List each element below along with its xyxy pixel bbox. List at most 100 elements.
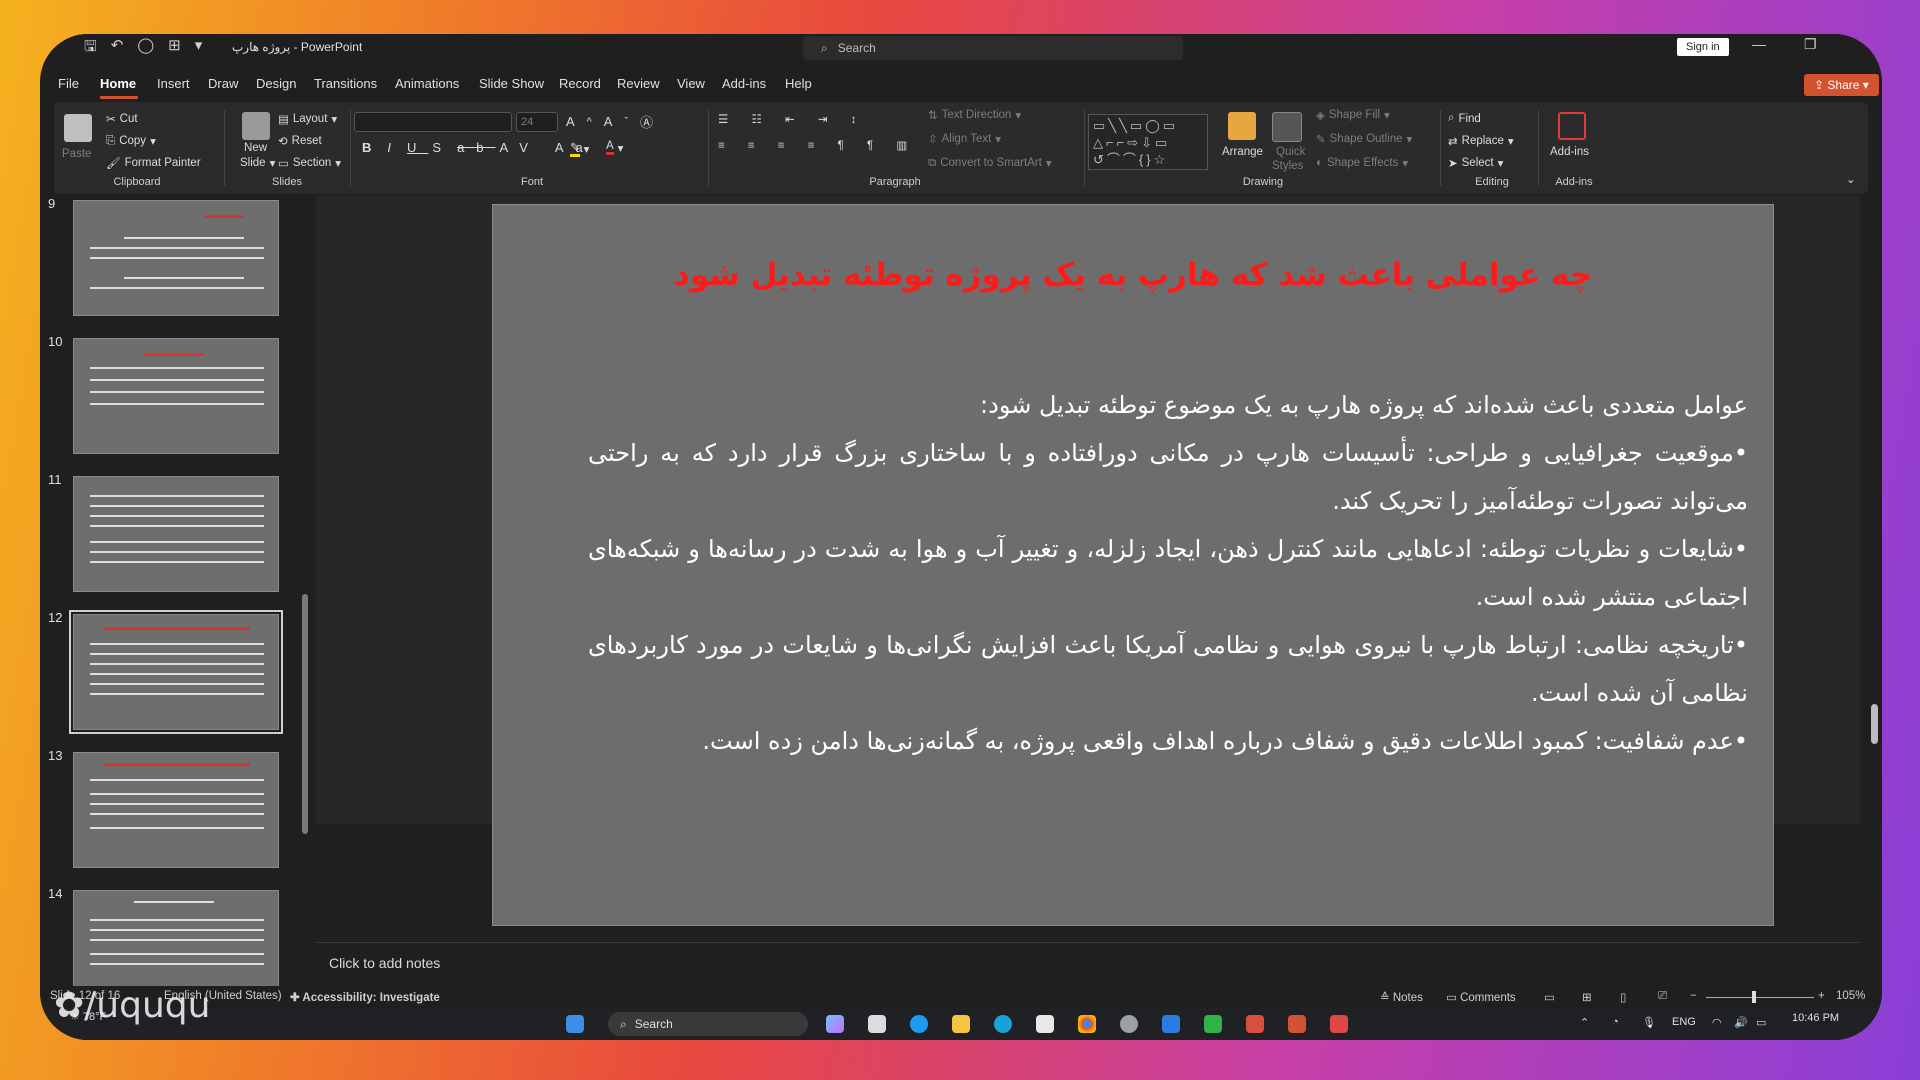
- microphone-icon[interactable]: 🎙: [1642, 1016, 1656, 1029]
- tab-insert[interactable]: Insert: [157, 76, 190, 91]
- slideshow-view-icon[interactable]: ⎚: [1658, 990, 1667, 1003]
- tab-animations[interactable]: Animations: [395, 76, 459, 91]
- app-icon[interactable]: [1162, 1015, 1180, 1033]
- slide-body[interactable]: عوامل متعددی باعث شده‌اند که پروژه هارپ …: [588, 381, 1748, 765]
- task-view-icon[interactable]: [868, 1015, 886, 1033]
- align-buttons[interactable]: ≡ ≡ ≡ ≡ ¶ ¶ ▥: [718, 138, 917, 152]
- sign-in-button[interactable]: Sign in: [1677, 38, 1729, 56]
- font-size-controls[interactable]: A ^ A ˇ Ⓐ: [566, 112, 661, 131]
- language-indicator[interactable]: ENG: [1672, 1016, 1696, 1028]
- zoom-slider[interactable]: [1706, 997, 1814, 998]
- slide-thumbnail-9[interactable]: [73, 200, 279, 316]
- redo-icon[interactable]: ◯: [137, 36, 154, 61]
- normal-view-icon[interactable]: ▭: [1544, 990, 1555, 1004]
- tab-help[interactable]: Help: [785, 76, 812, 91]
- teams-icon[interactable]: [910, 1015, 928, 1033]
- volume-icon[interactable]: 🔊: [1734, 1016, 1748, 1029]
- accessibility-status[interactable]: ✚ Accessibility: Investigate: [290, 990, 440, 1004]
- app-icon[interactable]: [1246, 1015, 1264, 1033]
- tab-view[interactable]: View: [677, 76, 705, 91]
- copy-button[interactable]: ⎘ Copy ▾: [106, 134, 156, 149]
- tab-transitions[interactable]: Transitions: [314, 76, 377, 91]
- thumbnail-scroll-thumb[interactable]: [302, 594, 308, 834]
- store-icon[interactable]: [1036, 1015, 1054, 1033]
- slide-thumbnail-10[interactable]: [73, 338, 279, 454]
- zoom-in-icon[interactable]: +: [1818, 990, 1825, 1002]
- search-box[interactable]: ⌕ Search: [803, 36, 1183, 60]
- tab-draw[interactable]: Draw: [208, 76, 238, 91]
- share-button[interactable]: ⇪ Share ▾: [1804, 74, 1879, 96]
- font-size-dropdown[interactable]: 24: [516, 112, 558, 132]
- minimize-icon[interactable]: —: [1752, 36, 1766, 52]
- start-from-beginning-icon[interactable]: ⊞: [168, 36, 181, 61]
- slide-thumbnail-14[interactable]: [73, 890, 279, 994]
- select-button[interactable]: ➤ Select ▾: [1448, 156, 1503, 170]
- text-direction-button[interactable]: ⇅ Text Direction ▾: [928, 108, 1021, 122]
- undo-icon[interactable]: ↶: [111, 36, 124, 61]
- section-button[interactable]: ▭ Section ▾: [278, 156, 341, 170]
- zoom-out-icon[interactable]: −: [1690, 990, 1697, 1002]
- list-buttons[interactable]: ☰ ☷ ⇤ ⇥ ↕: [718, 112, 866, 126]
- align-text-button[interactable]: ⇳ Align Text ▾: [928, 132, 1001, 146]
- copilot-icon[interactable]: [826, 1015, 844, 1033]
- slide-canvas[interactable]: چه عواملی باعث شد که هارپ به یک پروژه تو…: [492, 204, 1774, 926]
- add-ins-icon[interactable]: [1558, 112, 1586, 140]
- customize-toolbar-icon[interactable]: ▾: [195, 36, 203, 61]
- find-button[interactable]: ⌕ Find: [1448, 112, 1481, 125]
- battery-icon[interactable]: ▭: [1756, 1016, 1766, 1029]
- new-slide-label-1[interactable]: New: [244, 142, 267, 154]
- editor-scrollbar[interactable]: [1868, 196, 1880, 956]
- slide-sorter-icon[interactable]: ⊞: [1582, 990, 1592, 1004]
- settings-icon[interactable]: [1120, 1015, 1138, 1033]
- tab-add-ins[interactable]: Add-ins: [722, 76, 766, 91]
- edge-icon[interactable]: [994, 1015, 1012, 1033]
- cut-button[interactable]: ✂ Cut: [106, 112, 138, 126]
- tab-home[interactable]: Home: [100, 76, 136, 91]
- arrange-icon[interactable]: [1228, 112, 1256, 140]
- wifi-icon[interactable]: ◠: [1712, 1016, 1722, 1029]
- taskbar-search[interactable]: ⌕ Search: [608, 1012, 808, 1036]
- shape-fill-button[interactable]: ◈ Shape Fill ▾: [1316, 108, 1390, 122]
- tab-record[interactable]: Record: [559, 76, 601, 91]
- chrome-icon[interactable]: [1078, 1015, 1096, 1033]
- tab-file[interactable]: File: [58, 76, 79, 91]
- zoom-level[interactable]: 105%: [1836, 990, 1865, 1002]
- tab-slide-show[interactable]: Slide Show: [479, 76, 544, 91]
- tab-design[interactable]: Design: [256, 76, 296, 91]
- windows-start-icon[interactable]: [566, 1015, 584, 1033]
- comments-toggle[interactable]: ▭ Comments: [1446, 990, 1516, 1004]
- format-painter-button[interactable]: 🖌 Format Painter: [106, 156, 201, 170]
- font-name-dropdown[interactable]: [354, 112, 512, 132]
- slide-title[interactable]: چه عواملی باعث شد که هارپ به یک پروژه تو…: [493, 257, 1773, 293]
- excel-icon[interactable]: [1204, 1015, 1222, 1033]
- file-explorer-icon[interactable]: [952, 1015, 970, 1033]
- new-slide-label-2[interactable]: Slide ▾: [240, 156, 275, 170]
- chevron-up-icon[interactable]: ⌃: [1580, 1016, 1589, 1029]
- replace-button[interactable]: ⇄ Replace ▾: [1448, 134, 1514, 148]
- shape-effects-button[interactable]: ◐ Shape Effects ▾: [1316, 156, 1408, 170]
- quick-styles-label-1[interactable]: Quick: [1276, 146, 1305, 158]
- reading-view-icon[interactable]: ▯: [1620, 990, 1626, 1004]
- new-slide-icon[interactable]: [242, 112, 270, 140]
- layout-button[interactable]: ▤ Layout ▾: [278, 112, 337, 126]
- font-style-buttons[interactable]: B I U Sab AV Aa: [362, 140, 595, 155]
- save-icon[interactable]: 🖫: [84, 36, 97, 61]
- notes-toggle[interactable]: ≙ Notes: [1380, 990, 1423, 1004]
- collapse-ribbon-icon[interactable]: ⌄: [1846, 172, 1856, 186]
- quick-styles-icon[interactable]: [1272, 112, 1302, 142]
- reset-button[interactable]: ⟲ Reset: [278, 134, 322, 148]
- convert-smartart-button[interactable]: ⧉ Convert to SmartArt ▾: [928, 156, 1052, 171]
- tray-app-icon[interactable]: ◔: [1612, 1016, 1619, 1028]
- paste-icon[interactable]: [64, 114, 92, 142]
- notes-pane[interactable]: Click to add notes: [316, 942, 1860, 987]
- shape-outline-button[interactable]: ✎ Shape Outline ▾: [1316, 132, 1412, 146]
- slide-thumbnail-13[interactable]: [73, 752, 279, 868]
- slide-thumbnail-11[interactable]: [73, 476, 279, 592]
- paste-button[interactable]: Paste: [62, 148, 91, 160]
- shapes-gallery[interactable]: ▭╲╲▭◯▭ △⌐⌐⇨⇩▭ ↺⌒⌒{}☆: [1088, 114, 1208, 170]
- clock[interactable]: 10:46 PM: [1792, 1012, 1839, 1024]
- highlight-icon[interactable]: ✎ ▾: [570, 140, 589, 157]
- editor-scroll-thumb[interactable]: [1871, 704, 1878, 744]
- zoom-slider-handle[interactable]: [1752, 991, 1756, 1003]
- thumbnail-scrollbar[interactable]: [302, 204, 308, 994]
